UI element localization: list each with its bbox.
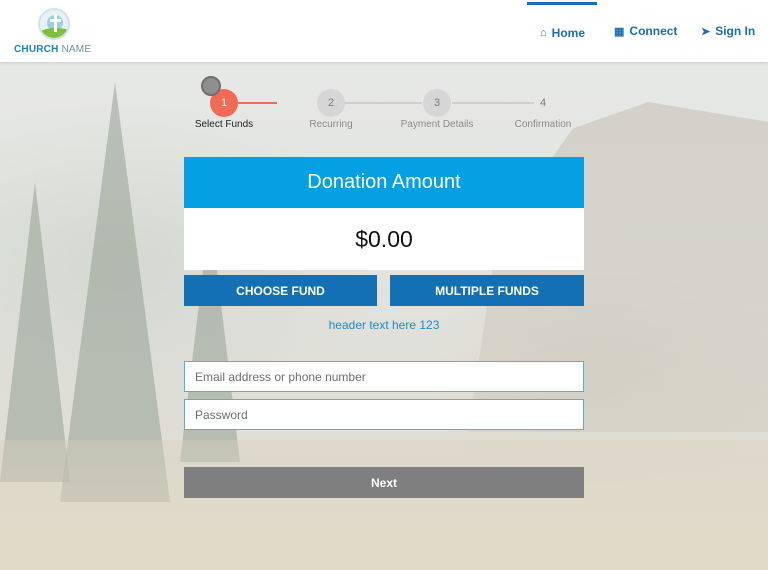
site-header: CHURCH NAME ⌂ Home ▦ Connect ➤ Sign In [0, 0, 768, 62]
multiple-funds-button[interactable]: MULTIPLE FUNDS [390, 275, 584, 306]
sign-in-icon: ➤ [701, 25, 711, 38]
background-tree [0, 182, 70, 482]
nav-home-label: Home [551, 26, 585, 40]
step-2-label: Recurring [309, 119, 353, 130]
home-icon: ⌂ [540, 27, 547, 39]
logo-text-primary: CHURCH [14, 44, 59, 55]
step-3-label: Payment Details [400, 119, 474, 130]
donation-amount[interactable]: $0.00 [184, 208, 584, 270]
step-3-indicator[interactable]: 3 [423, 89, 451, 117]
donation-title: Donation Amount [184, 157, 584, 208]
progress-stepper: 1 2 3 4 Select Funds Recurring Payment D… [184, 76, 584, 136]
church-logo-text: CHURCH NAME [14, 44, 91, 55]
choose-fund-button[interactable]: CHOOSE FUND [184, 275, 377, 306]
step-4-indicator[interactable]: 4 [529, 89, 557, 117]
password-field[interactable] [184, 399, 584, 430]
step-1-label: Select Funds [194, 119, 254, 130]
nav-sign-in[interactable]: ➤ Sign In [701, 0, 755, 62]
step-2-indicator[interactable]: 2 [317, 89, 345, 117]
church-logo-icon [38, 8, 70, 40]
church-logo[interactable]: CHURCH NAME [12, 8, 96, 58]
background-tree [60, 82, 170, 502]
step-4-label: Confirmation [514, 119, 572, 130]
nav-home[interactable]: ⌂ Home [527, 2, 597, 64]
donation-card: Donation Amount $0.00 CHOOSE FUND MULTIP… [184, 157, 584, 306]
step-connector-2 [344, 102, 422, 104]
fund-buttons: CHOOSE FUND MULTIPLE FUNDS [184, 275, 584, 306]
calendar-icon: ▦ [614, 25, 625, 38]
email-field[interactable] [184, 361, 584, 392]
nav-connect[interactable]: ▦ Connect [614, 0, 677, 62]
background-meadow [0, 440, 768, 570]
nav-connect-label: Connect [629, 24, 678, 38]
step-drag-handle[interactable] [201, 76, 221, 96]
header-text-link[interactable]: header text here 123 [184, 318, 584, 332]
step-connector-3 [452, 102, 534, 104]
nav-sign-in-label: Sign In [715, 24, 756, 38]
logo-text-secondary: NAME [61, 44, 92, 55]
next-button[interactable]: Next [184, 467, 584, 498]
